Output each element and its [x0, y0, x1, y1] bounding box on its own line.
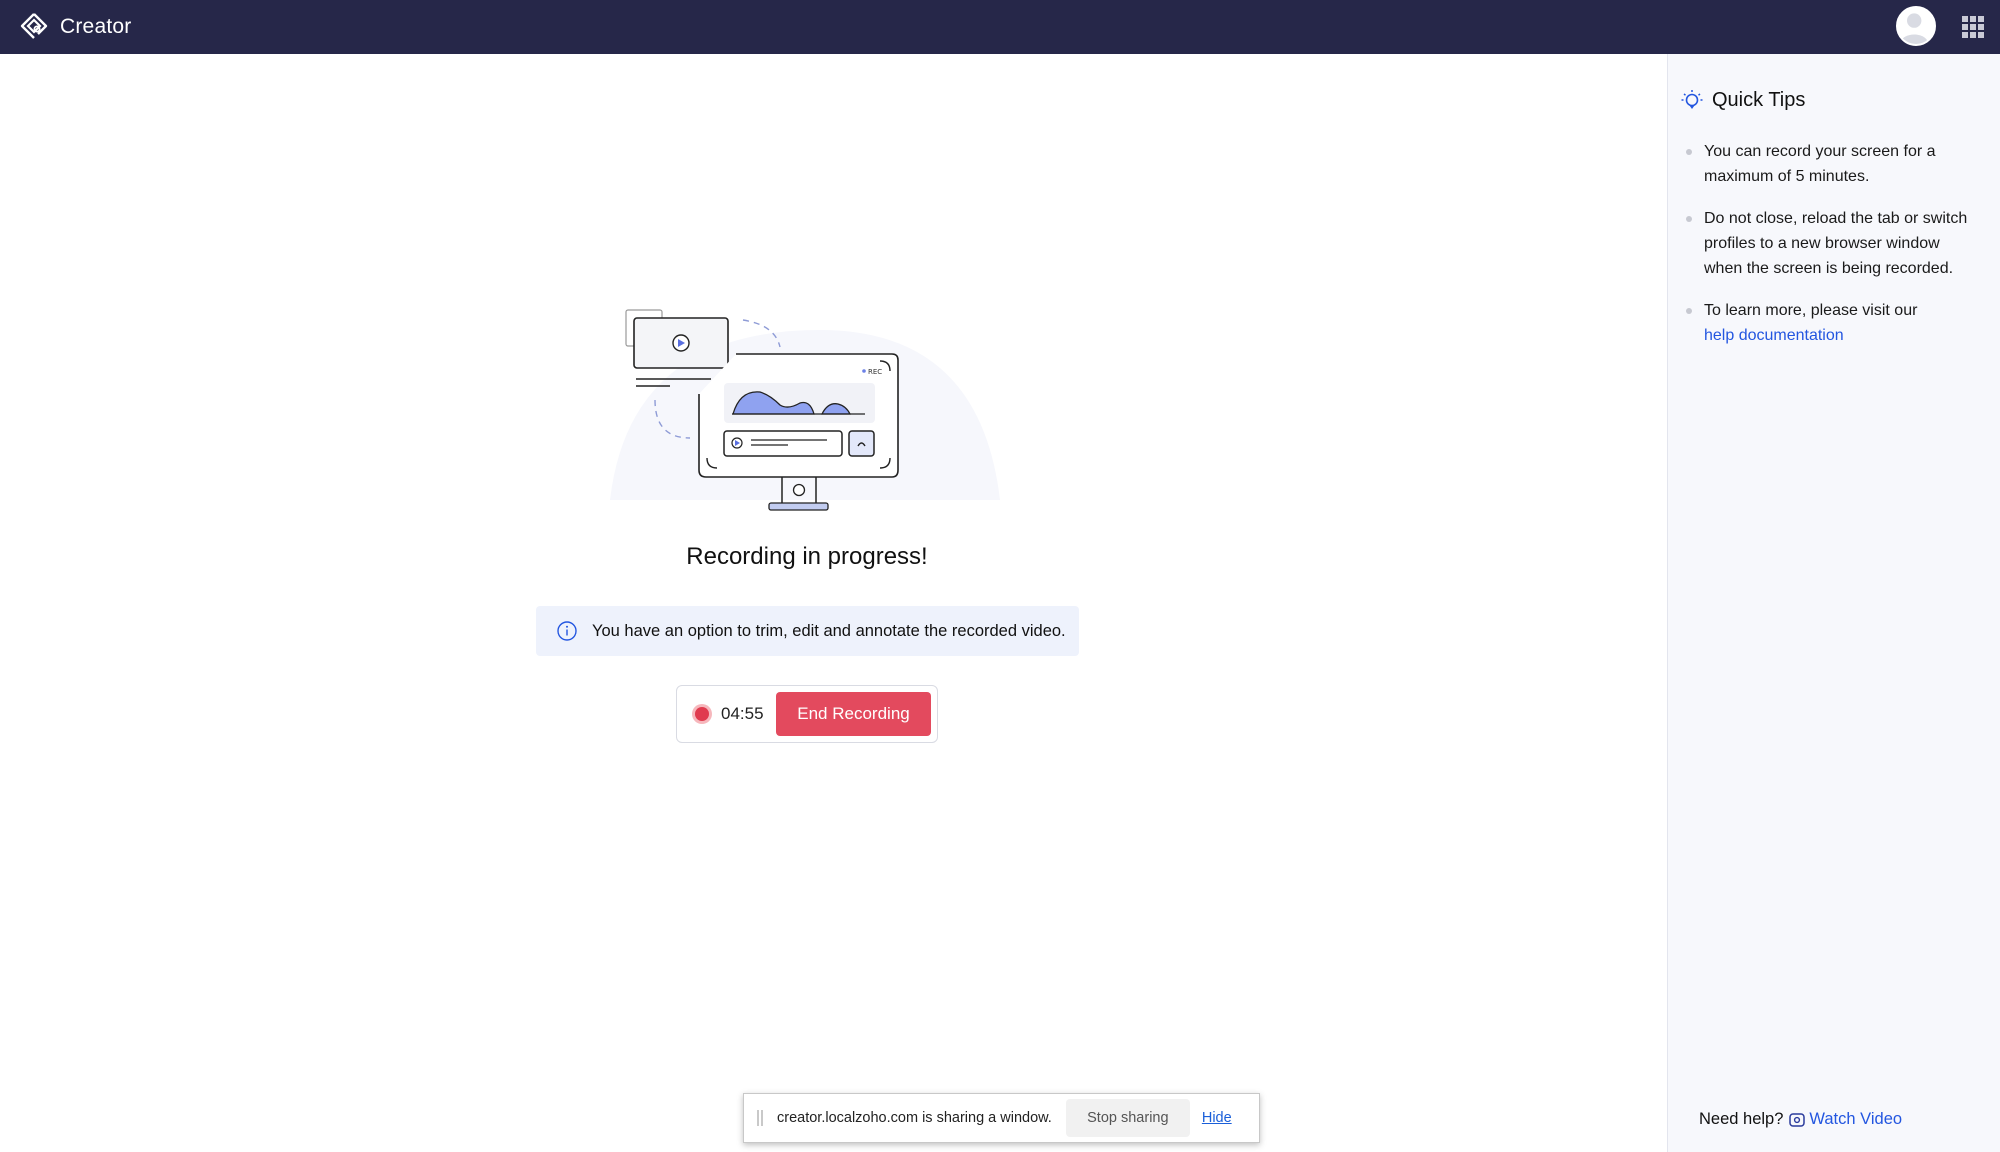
hide-link[interactable]: Hide — [1202, 1110, 1232, 1126]
screen-share-bar: creator.localzoho.com is sharing a windo… — [743, 1093, 1260, 1143]
top-header: Creator — [0, 0, 2000, 54]
recording-timer: 04:55 — [721, 704, 764, 723]
video-icon — [1789, 1112, 1806, 1127]
recording-controls: 04:55 End Recording — [676, 685, 938, 743]
tip-text: Do not close, reload the tab or switch p… — [1704, 210, 1968, 277]
recording-dot-icon — [695, 707, 709, 721]
share-message: creator.localzoho.com is sharing a windo… — [777, 1110, 1052, 1126]
info-icon — [557, 621, 577, 641]
need-help-label: Need help? — [1699, 1110, 1784, 1128]
tip-text: You can record your screen for a maximum… — [1704, 143, 1936, 185]
info-text: You have an option to trim, edit and ann… — [592, 621, 1066, 640]
end-recording-button[interactable]: End Recording — [776, 692, 931, 736]
need-help-footer: Need help? Watch Video — [1699, 1110, 1902, 1129]
rec-dot-icon — [862, 369, 866, 373]
stop-sharing-button[interactable]: Stop sharing — [1065, 1099, 1190, 1137]
tip-item: You can record your screen for a maximum… — [1686, 139, 1976, 189]
creator-logo-icon — [20, 13, 48, 39]
lightbulb-icon — [1681, 90, 1703, 109]
quick-tips-title: Quick Tips — [1712, 89, 1806, 111]
tip-item: Do not close, reload the tab or switch p… — [1686, 206, 1976, 281]
tips-list: You can record your screen for a maximum… — [1686, 139, 1976, 365]
grid-apps-icon[interactable] — [1962, 16, 1984, 38]
user-avatar-icon — [1899, 13, 1929, 44]
info-banner: You have an option to trim, edit and ann… — [536, 606, 1079, 656]
watch-video-link[interactable]: Watch Video — [1809, 1110, 1902, 1129]
drag-handle-icon[interactable] — [757, 1110, 763, 1126]
tip-item: To learn more, please visit our help docu… — [1686, 298, 1976, 348]
app-title: Creator — [60, 15, 132, 38]
main-content — [0, 54, 1667, 1152]
recording-status-heading: Recording in progress! — [686, 543, 928, 570]
recording-illustration: REC — [610, 309, 1000, 511]
help-documentation-link[interactable]: help documentation — [1704, 327, 1844, 344]
rec-label: REC — [868, 368, 882, 376]
brand-logo-link[interactable]: Creator — [18, 10, 131, 44]
user-avatar[interactable] — [1896, 6, 1936, 46]
tip-text: To learn more, please visit our — [1704, 302, 1918, 319]
